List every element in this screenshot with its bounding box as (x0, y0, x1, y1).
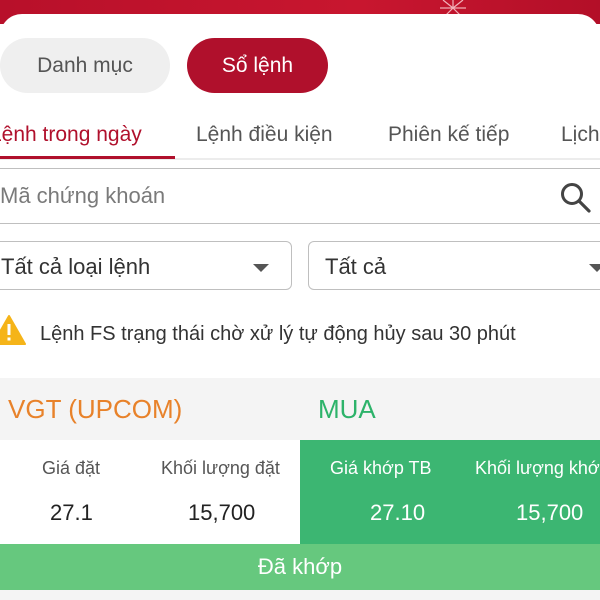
order-status-text: Đã khớp (257, 554, 343, 579)
matched-qty-label: Khối lượng khớp (475, 458, 600, 478)
order-type-select[interactable]: Tất cả loại lệnh (0, 241, 292, 290)
qty-label: Khối lượng đặt (161, 458, 280, 478)
notice-banner: Lệnh FS trạng thái chờ xử lý tự động hủy… (0, 310, 600, 362)
active-tab-indicator (0, 156, 175, 159)
order-symbol: VGT (UPCOM) (8, 394, 183, 424)
price-label: Giá đặt (42, 458, 101, 478)
avg-price-value: 27.10 (370, 500, 426, 525)
notice-text: Lệnh FS trạng thái chờ xử lý tự động hủy… (40, 323, 516, 345)
tab-lich-su[interactable]: Lịch sử (561, 123, 600, 147)
segment-so-lenh-button[interactable]: Sổ lệnh (187, 38, 328, 93)
chevron-down-icon (589, 264, 600, 272)
status-value: Tất cả (325, 254, 387, 279)
status-select[interactable]: Tất cả (308, 241, 600, 290)
segment-danh-muc-button[interactable]: Danh mục (0, 38, 170, 93)
order-type-value: Tất cả loại lệnh (1, 254, 151, 279)
search-bar (0, 168, 600, 224)
tab-phien-ke-tiep[interactable]: Phiên kế tiếp (388, 123, 509, 147)
tab-lenh-trong-ngay[interactable]: Lệnh trong ngày (0, 123, 142, 147)
order-details-right (300, 440, 600, 544)
chevron-down-icon (253, 264, 269, 272)
order-side: MUA (318, 394, 376, 424)
segment-label: Danh mục (37, 53, 133, 77)
tab-lenh-dieu-kien[interactable]: Lệnh điều kiện (196, 123, 333, 147)
search-icon[interactable] (558, 180, 592, 214)
order-tabs: Lệnh trong ngày Lệnh điều kiện Phiên kế … (0, 108, 600, 160)
search-input[interactable] (0, 169, 540, 222)
order-details-left (0, 440, 300, 544)
warning-icon (0, 315, 26, 345)
qty-value: 15,700 (188, 500, 256, 525)
avg-price-label: Giá khớp TB (330, 458, 432, 478)
price-value: 27.1 (50, 500, 93, 525)
segment-label: Sổ lệnh (221, 53, 294, 77)
matched-qty-value: 15,700 (516, 500, 584, 525)
